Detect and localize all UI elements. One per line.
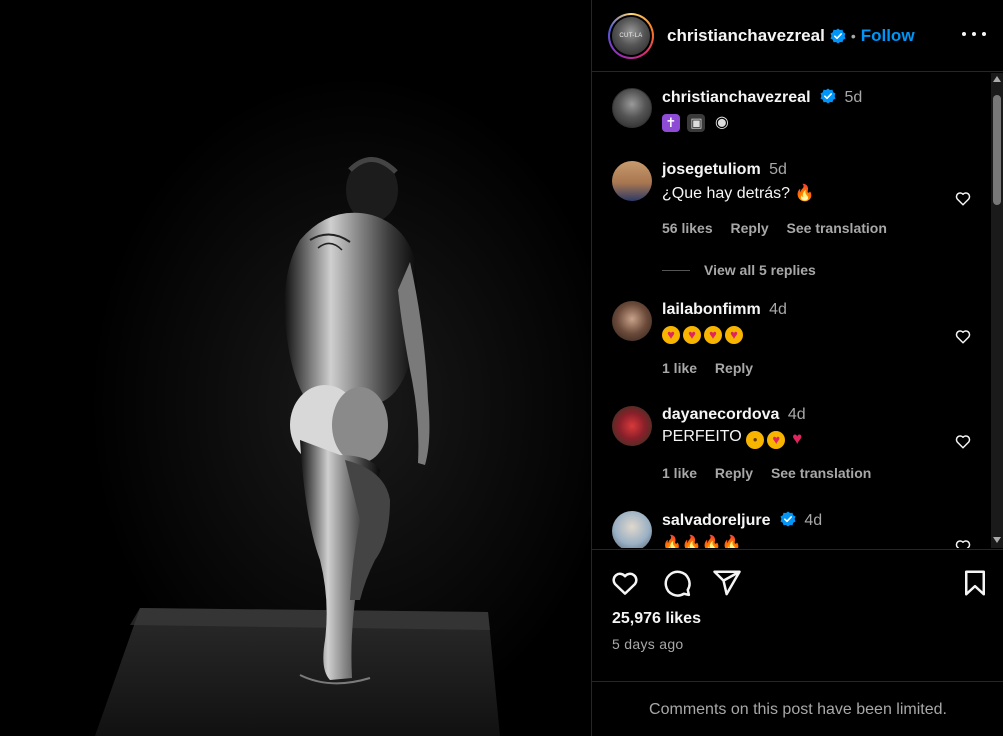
like-comment-heart-icon[interactable] [954,327,972,345]
comment-meta: 1 like Reply [662,360,767,376]
latin-cross-icon: ✝ [662,114,680,132]
limited-notice-text: Comments on this post have been limited. [649,700,947,718]
comment-time[interactable]: 4d [788,406,806,423]
fire-icon: 🔥 [721,536,742,548]
share-icon[interactable] [712,568,742,598]
like-comment-heart-icon[interactable] [954,432,972,450]
scroll-down-icon[interactable] [993,537,1001,543]
comment-text-value: PERFEITO [662,428,742,445]
commenter-avatar[interactable] [612,161,652,201]
replies-divider [662,269,690,271]
scroll-up-icon[interactable] [993,76,1001,82]
see-translation-button[interactable]: See translation [771,465,871,481]
avatar-logo-text: CUT-LA [619,33,643,40]
comment-text: ♥ ♥ ♥ ♥ [662,323,952,344]
save-bookmark-icon[interactable] [960,568,990,598]
comment-time[interactable]: 4d [804,512,822,529]
post-photo [0,0,591,736]
comment-text: ¿Que hay detrás? 🔥 [662,183,952,203]
verified-icon [780,511,796,527]
fire-icon: 🔥 [681,536,702,548]
comment-meta: 56 likes Reply See translation [662,220,901,236]
like-heart-icon[interactable] [610,568,640,598]
television-icon: ▣ [687,114,706,132]
comment-meta: 1 like Reply See translation [662,465,885,481]
caption-text: ✝ ▣ ◉ [662,111,952,132]
comment-text: 🔥🔥🔥🔥 [662,534,952,548]
follow-button[interactable]: Follow [861,26,915,46]
author-username[interactable]: christianchavezreal [667,26,825,46]
comment-time[interactable]: 4d [769,301,787,318]
eye-icon: ◉ [714,114,729,131]
red-heart-icon: ♥ [792,429,803,448]
more-options-icon[interactable] [962,22,986,46]
reply-button[interactable]: Reply [715,360,753,376]
comment-username[interactable]: dayanecordova [662,406,779,423]
reply-button[interactable]: Reply [715,465,753,481]
caption-username[interactable]: christianchavezreal [662,89,811,106]
pleading-face-icon: • [746,431,765,449]
comment-likes[interactable]: 56 likes [662,220,713,236]
post-media[interactable] [0,0,591,736]
comment-text-value: ¿Que hay detrás? [662,185,791,202]
verified-icon [820,88,836,104]
verified-icon [830,28,846,43]
heart-eyes-icon: ♥ [683,326,701,344]
see-translation-button[interactable]: See translation [787,220,887,236]
comment-username[interactable]: josegetuliom [662,161,761,178]
like-comment-heart-icon[interactable] [954,189,972,207]
post-header: CUT-LA christianchavezreal • Follow [592,0,1003,72]
comments-list[interactable]: christianchavezreal 5d ✝ ▣ ◉ josegetulio… [592,73,1003,548]
comment-username[interactable]: lailabonfimm [662,301,761,318]
heart-eyes-icon: ♥ [725,326,743,344]
comment-text: PERFEITO • ♥ ♥ [662,428,952,449]
author-avatar[interactable]: CUT-LA [608,12,654,59]
post-actions: 25,976 likes 5 days ago Comments on this… [592,549,1003,736]
comments-limited-notice: Comments on this post have been limited. [592,681,1003,736]
commenter-avatar[interactable] [612,511,652,548]
caption-time[interactable]: 5d [844,89,862,106]
reply-button[interactable]: Reply [731,220,769,236]
caption-avatar[interactable] [612,88,652,128]
comment-likes[interactable]: 1 like [662,465,697,481]
scrollbar-thumb[interactable] [993,95,1001,205]
separator-dot: • [850,27,856,44]
comment-username[interactable]: salvadoreljure [662,512,771,529]
view-replies-button[interactable]: View all 5 replies [662,262,816,278]
fire-icon: 🔥 [701,536,722,548]
heart-eyes-icon: ♥ [662,326,680,344]
comment-likes[interactable]: 1 like [662,360,697,376]
post-panel: CUT-LA christianchavezreal • Follow chri… [591,0,1003,736]
commenter-avatar[interactable] [612,301,652,341]
comment-icon[interactable] [662,568,692,598]
heart-eyes-icon: ♥ [704,326,722,344]
view-replies-label: View all 5 replies [704,262,816,278]
post-time-ago[interactable]: 5 days ago [612,636,684,652]
likes-count[interactable]: 25,976 likes [612,610,701,628]
like-comment-heart-icon[interactable] [954,537,972,548]
fire-icon: 🔥 [794,185,815,202]
comment-time[interactable]: 5d [769,161,787,178]
fire-icon: 🔥 [662,536,682,548]
heart-eyes-icon: ♥ [767,431,786,449]
commenter-avatar[interactable] [612,406,652,446]
